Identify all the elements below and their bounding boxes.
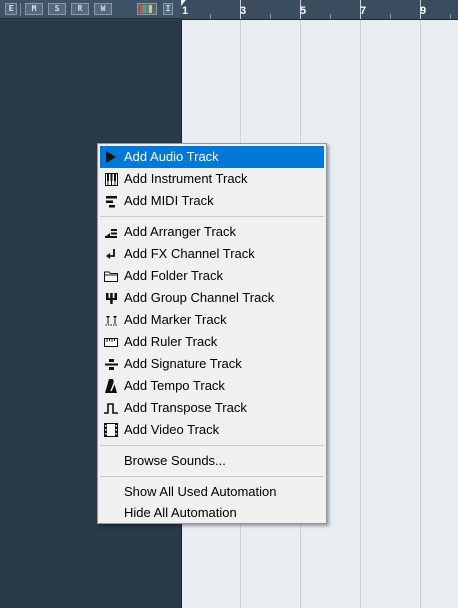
menu-item-label: Add Folder Track bbox=[124, 268, 223, 283]
menu-item-add-tempo-track[interactable]: Add Tempo Track bbox=[98, 375, 326, 397]
menu-item-label: Add Arranger Track bbox=[124, 224, 236, 239]
menu-item-label: Add Signature Track bbox=[124, 356, 242, 371]
ruler-minor-tick bbox=[270, 14, 271, 19]
menu-item-label: Add Marker Track bbox=[124, 312, 227, 327]
toolbar-button-w[interactable]: W bbox=[94, 3, 112, 15]
menu-item-label: Add FX Channel Track bbox=[124, 246, 255, 261]
timeline-ruler[interactable]: 1 3 5 7 9 bbox=[181, 0, 458, 20]
menu-item-add-arranger-track[interactable]: Add Arranger Track bbox=[98, 221, 326, 243]
menu-separator bbox=[100, 445, 324, 446]
menu-item-add-midi-track[interactable]: Add MIDI Track bbox=[98, 190, 326, 212]
menu-item-label: Add Group Channel Track bbox=[124, 290, 275, 305]
toolbar-button-w-label: W bbox=[100, 4, 106, 13]
ruler-minor-tick bbox=[330, 14, 331, 19]
group-channel-icon bbox=[104, 291, 118, 305]
ruler-minor-tick bbox=[210, 14, 211, 19]
ruler-number: 5 bbox=[300, 5, 307, 17]
menu-item-label: Add Ruler Track bbox=[124, 334, 218, 349]
toolbar-button-s[interactable]: S bbox=[48, 3, 66, 15]
color-swatch-button[interactable] bbox=[137, 3, 157, 15]
bar-grid-line bbox=[420, 20, 421, 608]
ruler-number: 7 bbox=[360, 5, 367, 17]
menu-item-label: Add Audio Track bbox=[124, 149, 219, 164]
arranger-icon bbox=[104, 225, 118, 239]
track-list-toolbar: E M S R W I bbox=[0, 0, 181, 19]
toolbar-button-s-label: S bbox=[54, 4, 60, 13]
menu-item-label: Add Video Track bbox=[124, 422, 220, 437]
midi-bars-icon bbox=[104, 194, 118, 208]
marker-icon bbox=[104, 313, 118, 327]
menu-item-add-group-channel-track[interactable]: Add Group Channel Track bbox=[98, 287, 326, 309]
toolbar-button-e[interactable]: E bbox=[5, 3, 17, 15]
film-icon bbox=[104, 423, 118, 437]
fx-channel-icon bbox=[104, 247, 118, 261]
menu-item-add-signature-track[interactable]: Add Signature Track bbox=[98, 353, 326, 375]
menu-item-add-ruler-track[interactable]: Add Ruler Track bbox=[98, 331, 326, 353]
menu-item-label: Add Instrument Track bbox=[124, 171, 248, 186]
toolbar-button-m[interactable]: M bbox=[25, 3, 43, 15]
menu-item-browse-sounds[interactable]: Browse Sounds... bbox=[98, 450, 326, 472]
toolbar-button-m-label: M bbox=[31, 4, 37, 13]
menu-item-label: Show All Used Automation bbox=[124, 484, 277, 499]
color-swatch-icon bbox=[140, 5, 152, 13]
ruler-minor-tick bbox=[450, 14, 451, 19]
menu-item-label: Add Tempo Track bbox=[124, 378, 225, 393]
menu-item-add-marker-track[interactable]: Add Marker Track bbox=[98, 309, 326, 331]
toolbar-button-e-label: E bbox=[8, 4, 14, 13]
transpose-icon bbox=[104, 401, 118, 415]
toolbar-button-r[interactable]: R bbox=[71, 3, 89, 15]
menu-item-label: Hide All Automation bbox=[124, 505, 237, 520]
folder-icon bbox=[104, 269, 118, 283]
toolbar-separator bbox=[20, 3, 21, 16]
menu-item-label: Browse Sounds... bbox=[124, 453, 226, 468]
ruler-number: 9 bbox=[420, 5, 427, 17]
play-arrow-icon bbox=[104, 150, 118, 164]
menu-separator bbox=[100, 216, 324, 217]
metronome-icon bbox=[104, 379, 118, 393]
add-track-context-menu: Add Audio Track Add Instrument Track Add bbox=[97, 143, 327, 524]
menu-item-add-audio-track[interactable]: Add Audio Track bbox=[100, 146, 324, 168]
menu-item-hide-all-automation[interactable]: Hide All Automation bbox=[98, 502, 326, 523]
menu-item-add-transpose-track[interactable]: Add Transpose Track bbox=[98, 397, 326, 419]
toolbar-button-i[interactable]: I bbox=[163, 3, 173, 15]
menu-item-add-folder-track[interactable]: Add Folder Track bbox=[98, 265, 326, 287]
ruler-number: 3 bbox=[240, 5, 247, 17]
toolbar-button-i-label: I bbox=[165, 4, 171, 13]
menu-separator bbox=[100, 476, 324, 477]
bar-grid-line bbox=[360, 20, 361, 608]
menu-item-add-video-track[interactable]: Add Video Track bbox=[98, 419, 326, 441]
menu-item-add-instrument-track[interactable]: Add Instrument Track bbox=[98, 168, 326, 190]
menu-item-add-fx-channel-track[interactable]: Add FX Channel Track bbox=[98, 243, 326, 265]
menu-item-label: Add Transpose Track bbox=[124, 400, 247, 415]
ruler-number: 1 bbox=[182, 5, 189, 17]
ruler-icon bbox=[104, 335, 118, 349]
ruler-minor-tick bbox=[390, 14, 391, 19]
menu-item-show-all-used-automation[interactable]: Show All Used Automation bbox=[98, 481, 326, 502]
signature-icon bbox=[104, 357, 118, 371]
piano-keys-icon bbox=[104, 172, 118, 186]
toolbar-button-r-label: R bbox=[77, 4, 83, 13]
menu-item-label: Add MIDI Track bbox=[124, 193, 214, 208]
